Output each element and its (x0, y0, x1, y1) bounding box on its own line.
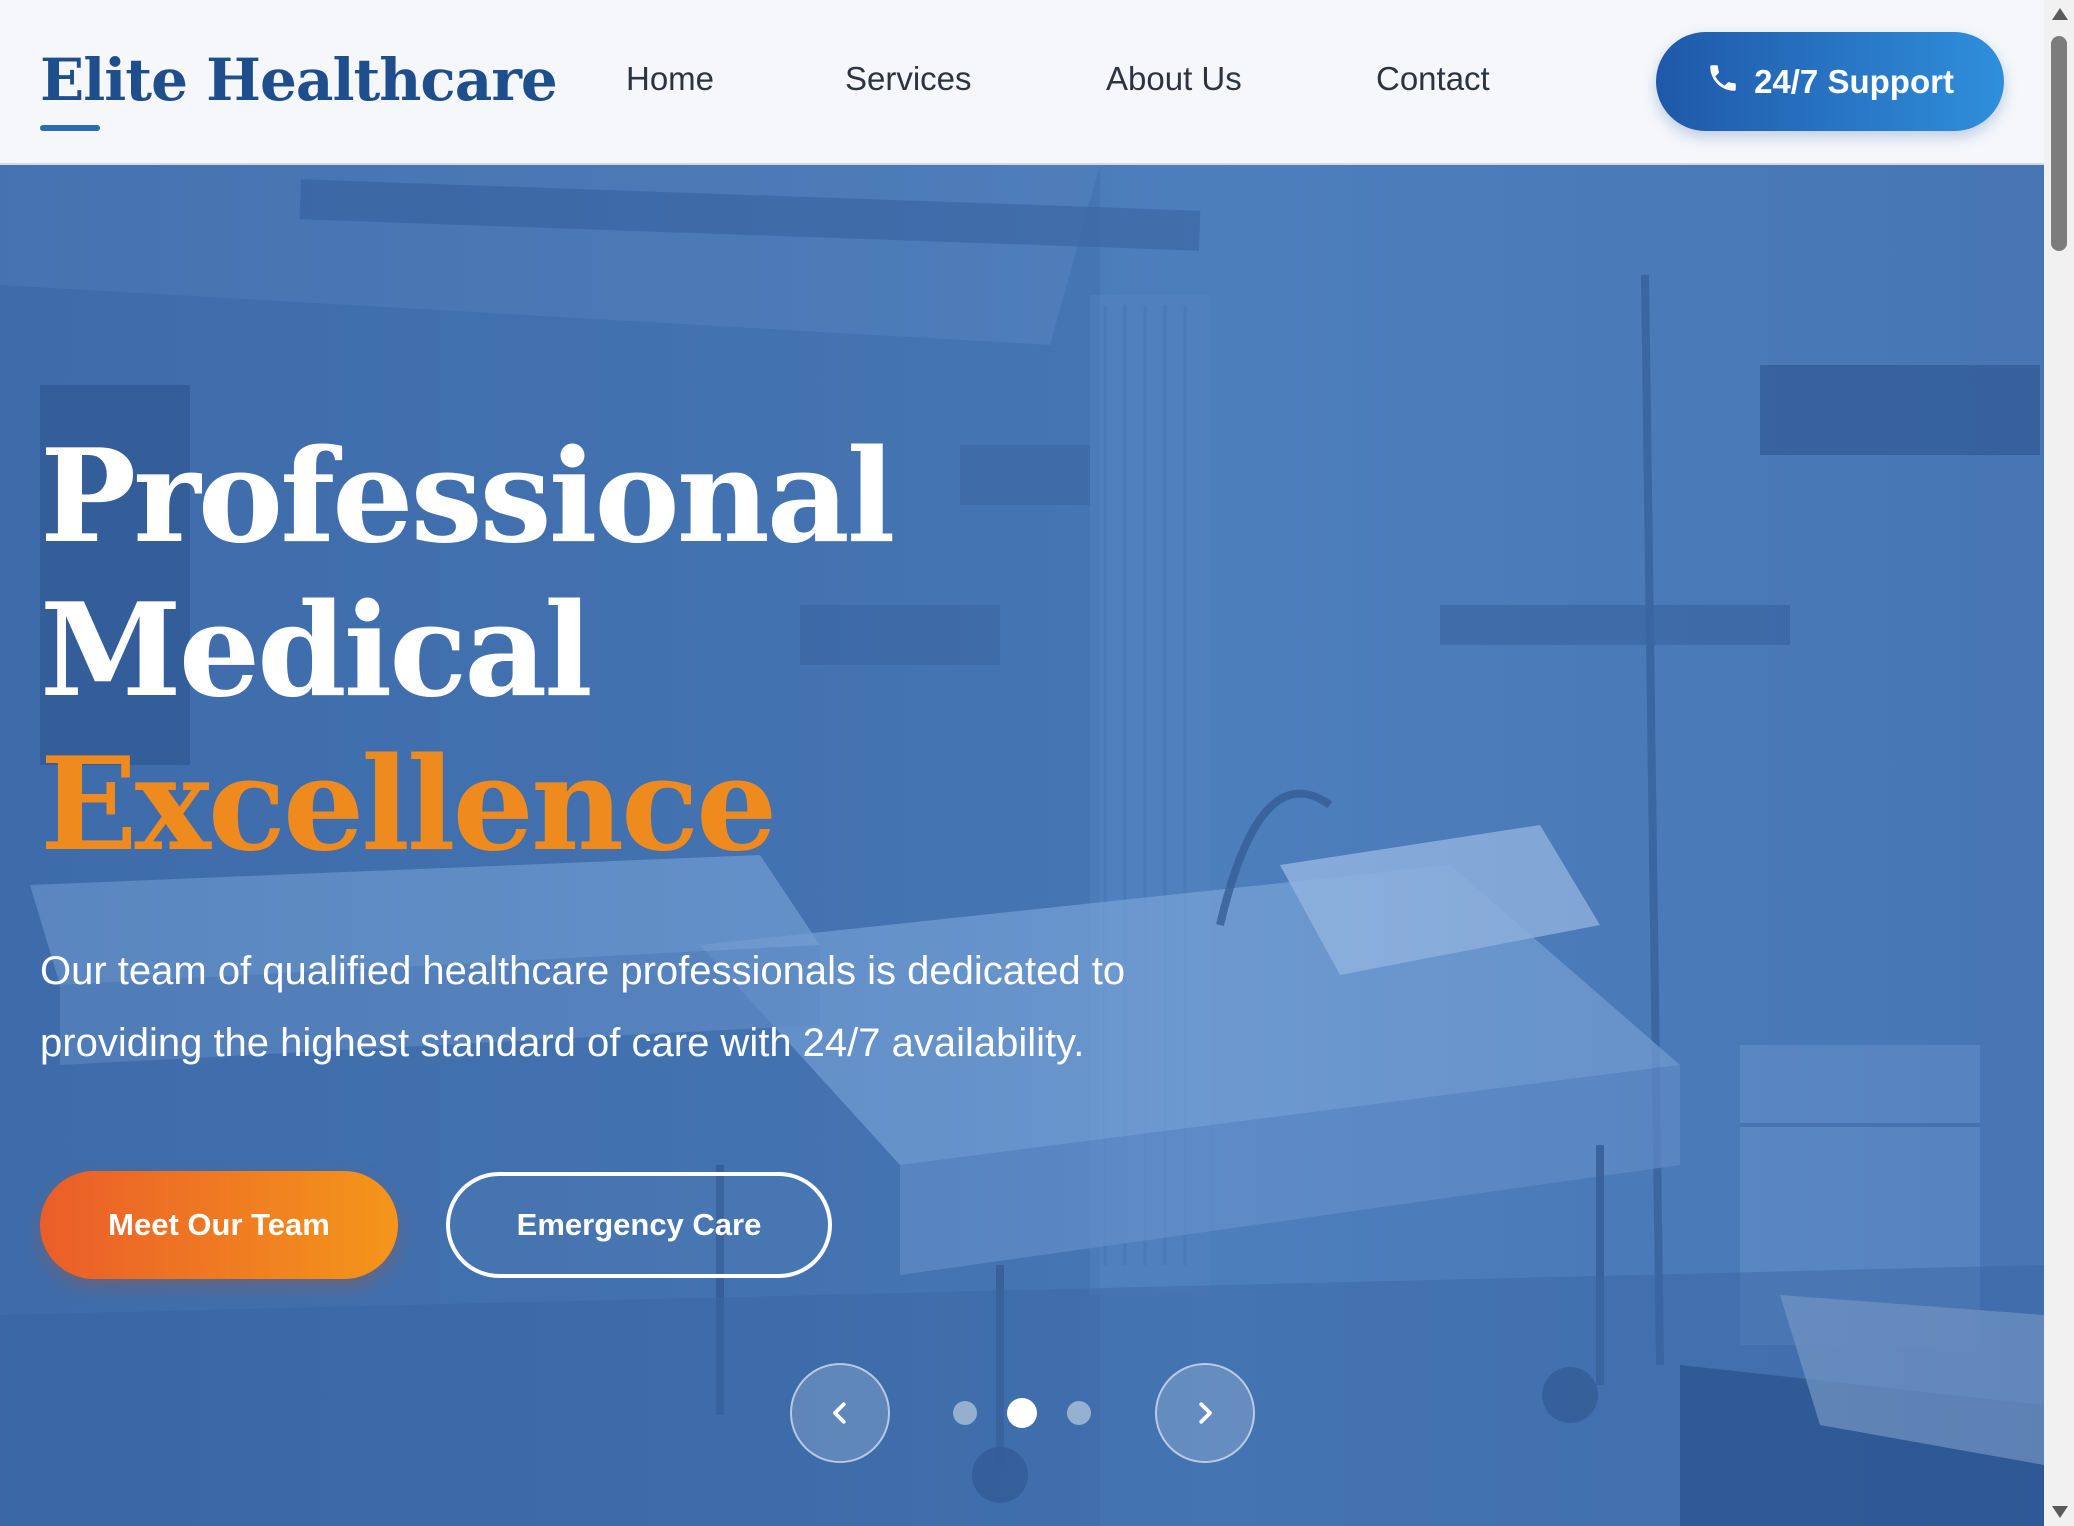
scroll-down-arrow-icon[interactable] (2052, 1506, 2068, 1518)
emergency-care-button[interactable]: Emergency Care (446, 1172, 832, 1278)
carousel-prev-button[interactable] (790, 1363, 890, 1463)
logo-underline (40, 125, 100, 131)
hero-section: Professional Medical Excellence Our team… (0, 165, 2044, 1526)
scroll-up-arrow-icon[interactable] (2052, 8, 2068, 20)
headline-line-3-accent: Excellence (40, 730, 777, 880)
meet-our-team-button[interactable]: Meet Our Team (40, 1171, 398, 1279)
headline-line-2: Medical (40, 576, 593, 726)
site-header: Elite Healthcare Home Services About Us … (0, 0, 2044, 165)
carousel-dot-1[interactable] (953, 1401, 977, 1425)
scrollbar-thumb[interactable] (2051, 36, 2067, 251)
support-button-label: 24/7 Support (1754, 62, 1954, 100)
support-button[interactable]: 24/7 Support (1656, 32, 2004, 131)
hero-description: Our team of qualified healthcare profess… (40, 949, 1126, 1065)
headline-line-1: Professional (40, 422, 895, 572)
phone-icon (1706, 61, 1740, 103)
nav-services[interactable]: Services (845, 60, 972, 98)
site-logo[interactable]: Elite Healthcare (40, 46, 558, 114)
carousel-next-button[interactable] (1155, 1363, 1255, 1463)
chevron-left-icon (833, 1402, 846, 1424)
carousel-dot-3[interactable] (1067, 1401, 1091, 1425)
page-scrollbar[interactable] (2044, 0, 2074, 1526)
chevron-right-icon (1199, 1402, 1212, 1424)
nav-about-us[interactable]: About Us (1106, 60, 1242, 98)
nav-home[interactable]: Home (626, 60, 714, 98)
hero-headline: Professional Medical Excellence (40, 420, 895, 882)
carousel-dot-2-active[interactable] (1007, 1398, 1037, 1428)
nav-contact[interactable]: Contact (1376, 60, 1490, 98)
